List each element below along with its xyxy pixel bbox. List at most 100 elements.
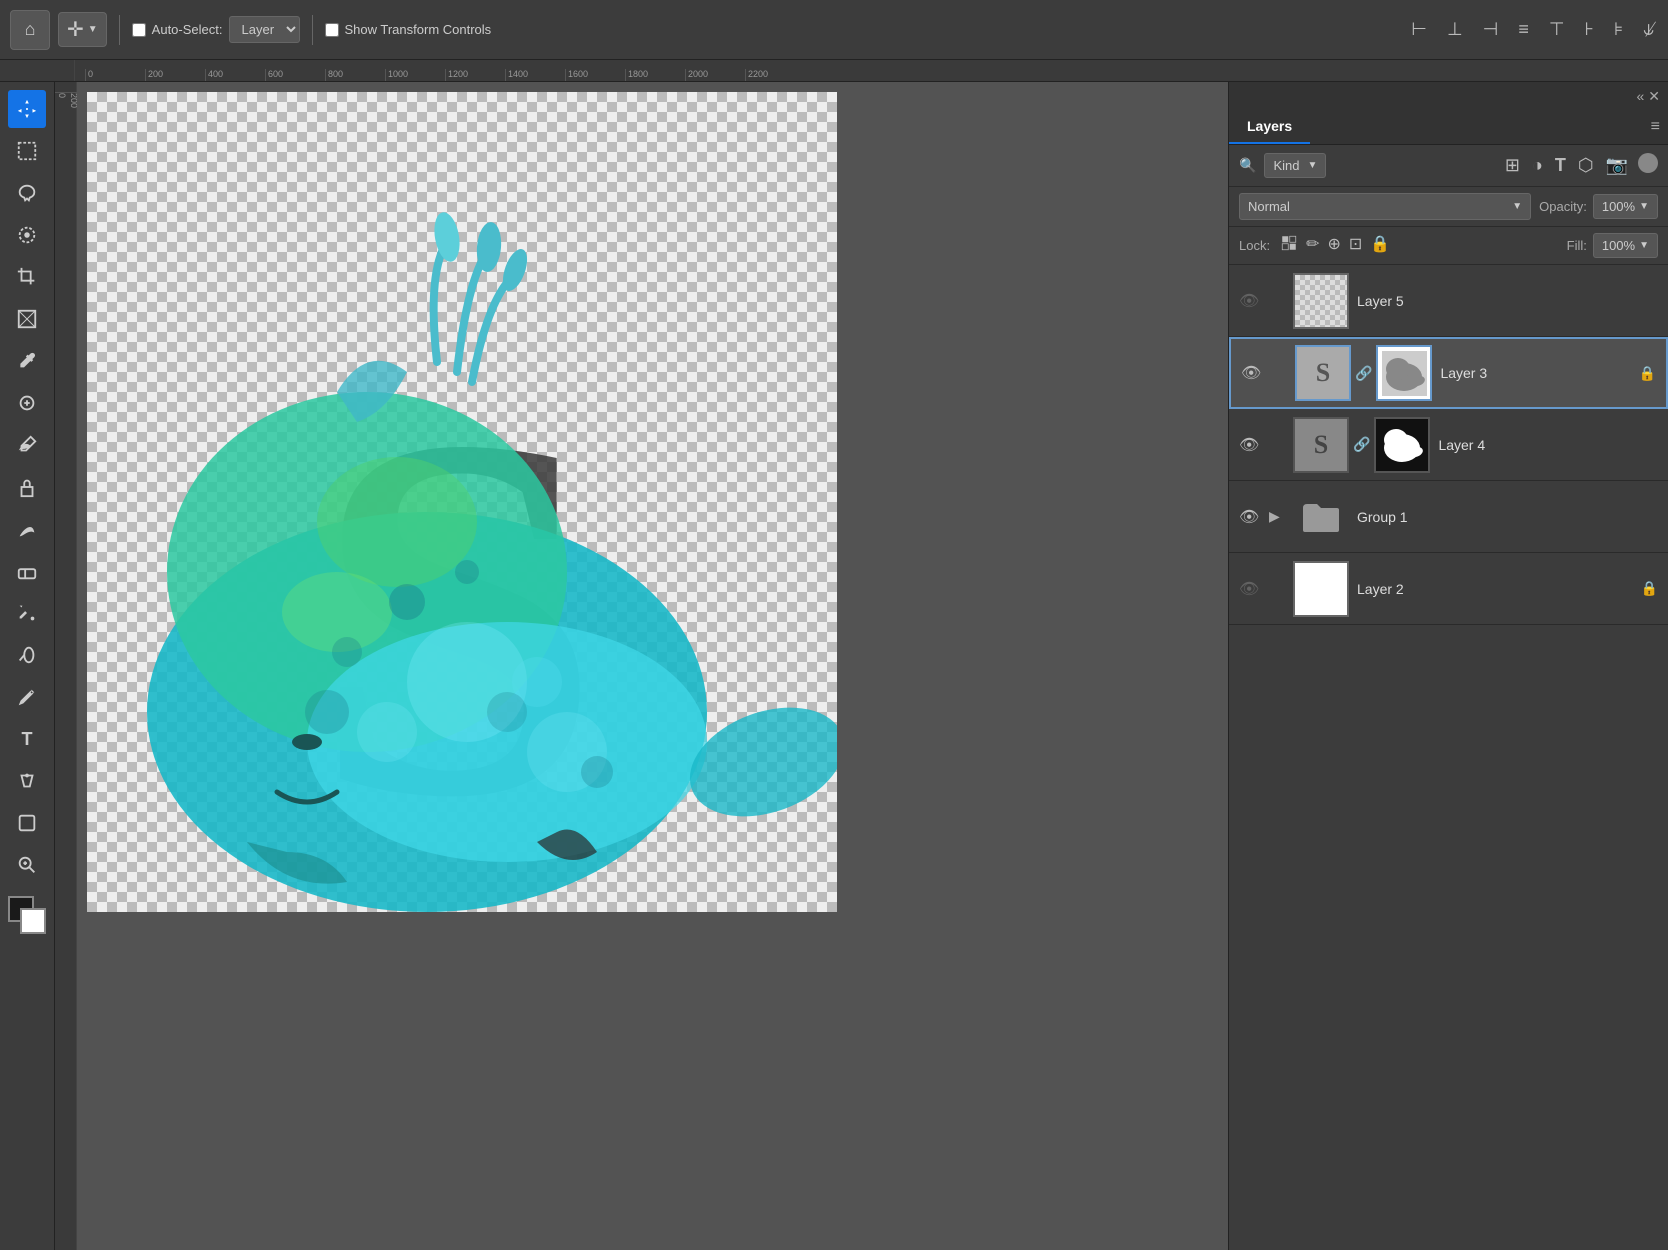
blend-mode-arrow: ▼ [1512, 201, 1522, 212]
panel-collapse-button[interactable]: « [1636, 88, 1644, 104]
group1-expand[interactable]: ▶ [1269, 508, 1285, 525]
tool-dodge[interactable] [8, 636, 46, 674]
transform-controls-group: Show Transform Controls [325, 22, 492, 37]
layer4-visibility-toggle[interactable]: 👁 [1239, 435, 1261, 455]
align-left-icon[interactable]: ⊢ [1407, 17, 1431, 42]
align-h-icon[interactable]: ≡ [1514, 17, 1533, 42]
tool-type[interactable]: T [8, 720, 46, 758]
ruler-marks: 0 200 400 600 800 1000 1200 1400 1600 18… [75, 60, 1668, 81]
filter-pixel-icon[interactable]: ⊞ [1503, 153, 1522, 178]
layer2-thumbnail [1293, 561, 1349, 617]
layer4-name: Layer 4 [1438, 437, 1628, 453]
ruler-mark: 0 [85, 69, 145, 81]
left-toolbar: T [0, 82, 55, 1250]
layer-item-layer4[interactable]: 👁 S 🔗 Layer 4 [1229, 409, 1668, 481]
align-center-v-icon[interactable]: ⊥ [1443, 17, 1467, 42]
tool-pen[interactable] [8, 678, 46, 716]
tool-stamp[interactable] [8, 468, 46, 506]
opacity-input[interactable]: 100% ▼ [1593, 194, 1658, 219]
canvas-with-ruler: 0 200 400 600 800 1000 1200 S [55, 82, 1228, 1250]
canvas-background: S [87, 92, 837, 912]
lock-image-icon[interactable]: ✏ [1306, 234, 1319, 257]
fill-input[interactable]: 100% ▼ [1593, 233, 1658, 258]
auto-select-dropdown[interactable]: Layer [229, 16, 300, 43]
lock-label: Lock: [1239, 238, 1270, 253]
move-tool-button[interactable]: ✛ ▼ [58, 12, 107, 47]
tool-crop[interactable] [8, 258, 46, 296]
tool-smudge[interactable] [8, 510, 46, 548]
layer2-name: Layer 2 [1357, 581, 1633, 597]
show-transform-checkbox[interactable] [325, 23, 339, 37]
layer4-thumbnail: S [1293, 417, 1349, 473]
layer-item-layer3[interactable]: 👁 S 🔗 Layer 3 🔒 [1229, 337, 1668, 409]
filter-color-circle[interactable] [1638, 153, 1658, 173]
layers-panel: « ✕ Layers ≡ 🔍 Kind ▼ ⊞ ◑ T ⬡ 📷 [1228, 82, 1668, 1250]
tool-lasso[interactable] [8, 174, 46, 212]
align-middle-icon[interactable]: ⊦ [1581, 17, 1598, 42]
background-color[interactable] [20, 908, 46, 934]
align-top-icon[interactable]: ⊤ [1545, 17, 1569, 42]
filter-kind-select[interactable]: Kind ▼ [1264, 153, 1326, 178]
panel-close-button[interactable]: ✕ [1648, 88, 1660, 105]
v-ruler-mark: 0 [55, 92, 67, 152]
tool-path-select[interactable] [8, 762, 46, 800]
tool-marquee[interactable] [8, 132, 46, 170]
fill-group: Fill: 100% ▼ [1567, 233, 1658, 258]
layer3-mask-thumbnail [1376, 345, 1432, 401]
panel-options-button[interactable]: ≡ [1643, 110, 1668, 144]
foreground-background-colors[interactable] [8, 896, 46, 934]
layer-item-layer5[interactable]: 👁 Layer 5 [1229, 265, 1668, 337]
tool-zoom[interactable] [8, 846, 46, 884]
align-right-icon[interactable]: ⊣ [1479, 17, 1503, 42]
layer-item-layer2[interactable]: 👁 Layer 2 🔒 [1229, 553, 1668, 625]
lock-position-icon[interactable]: ⊕ [1327, 234, 1340, 257]
tool-brush[interactable] [8, 426, 46, 464]
blend-mode-select[interactable]: Normal ▼ [1239, 193, 1531, 220]
toolbar-align-icons: ⊢ ⊥ ⊣ ≡ ⊤ ⊦ ⊧ ⫝̸ [1407, 17, 1658, 42]
group1-name: Group 1 [1357, 509, 1628, 525]
layer-item-group1[interactable]: 👁 ▶ Group 1 [1229, 481, 1668, 553]
ruler-mark: 1000 [385, 69, 445, 81]
tool-eraser[interactable] [8, 552, 46, 590]
align-last-icon[interactable]: ⫝̸ [1639, 17, 1658, 42]
opacity-group: Opacity: 100% ▼ [1539, 194, 1658, 219]
auto-select-checkbox[interactable] [132, 23, 146, 37]
blend-mode-row: Normal ▼ Opacity: 100% ▼ [1229, 187, 1668, 227]
lock-row: Lock: ✏ ⊕ ⊡ 🔒 Fill: 100% ▼ [1229, 227, 1668, 265]
tool-move[interactable] [8, 90, 46, 128]
tool-shape[interactable] [8, 804, 46, 842]
layer2-lock-icon: 🔒 [1641, 580, 1658, 597]
filter-type-icon[interactable]: T [1553, 153, 1568, 178]
filter-smart-icon[interactable]: 📷 [1604, 153, 1630, 178]
ruler-mark: 1200 [445, 69, 505, 81]
layer5-visibility-toggle[interactable]: 👁 [1239, 291, 1261, 311]
lock-all-icon[interactable]: 🔒 [1370, 234, 1390, 257]
layer2-visibility-toggle[interactable]: 👁 [1239, 579, 1261, 599]
layers-tab[interactable]: Layers [1229, 110, 1310, 144]
ruler-mark: 1400 [505, 69, 565, 81]
horizontal-ruler: 0 200 400 600 800 1000 1200 1400 1600 18… [75, 60, 1668, 81]
canvas-area[interactable]: S [77, 82, 1228, 1250]
lock-artboard-icon[interactable]: ⊡ [1349, 234, 1362, 257]
home-button[interactable]: ⌂ [10, 10, 50, 50]
lock-pixels-icon[interactable] [1280, 234, 1298, 257]
filter-adjustment-icon[interactable]: ◑ [1530, 153, 1545, 178]
tool-paint-bucket[interactable] [8, 594, 46, 632]
fill-arrow: ▼ [1639, 240, 1649, 251]
tool-spot-heal[interactable] [8, 384, 46, 422]
layer3-visibility-toggle[interactable]: 👁 [1241, 363, 1263, 383]
tool-eyedropper[interactable] [8, 342, 46, 380]
group1-visibility-toggle[interactable]: 👁 [1239, 507, 1261, 527]
filter-shape-icon[interactable]: ⬡ [1576, 153, 1596, 178]
auto-select-group: Auto-Select: Layer [132, 16, 300, 43]
ruler-mark: 1800 [625, 69, 685, 81]
align-bottom-icon[interactable]: ⊧ [1610, 17, 1627, 42]
opacity-arrow: ▼ [1639, 201, 1649, 212]
layer4-mask-whale [1380, 422, 1425, 467]
ruler-mark: 600 [265, 69, 325, 81]
tool-frame[interactable] [8, 300, 46, 338]
move-icon: ✛ [67, 17, 84, 42]
lock-icons: ✏ ⊕ ⊡ 🔒 [1280, 234, 1390, 257]
tool-quick-select[interactable] [8, 216, 46, 254]
group1-folder-icon [1293, 489, 1349, 545]
